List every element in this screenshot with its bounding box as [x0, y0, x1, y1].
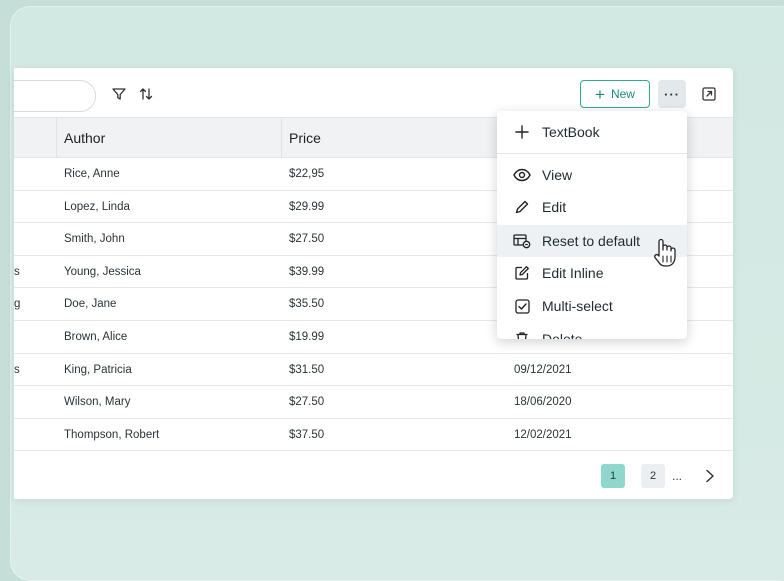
- menu-item-delete[interactable]: Delete: [497, 323, 687, 339]
- menu-item-view[interactable]: View: [497, 159, 687, 191]
- more-options-button[interactable]: ···: [658, 80, 686, 108]
- eye-icon: [512, 165, 532, 185]
- pagination-ellipsis: ...: [672, 469, 683, 483]
- cell-author: Wilson, Mary: [64, 396, 131, 409]
- cell-lead: g: [14, 298, 21, 311]
- cell-author: Thompson, Robert: [64, 428, 160, 441]
- cell-author: Brown, Alice: [64, 331, 128, 343]
- cell-price: $31.50: [289, 363, 325, 376]
- cell-date: 09/12/2021: [514, 363, 572, 376]
- menu-item-label: TextBook: [542, 124, 600, 140]
- new-button[interactable]: + New: [580, 80, 650, 108]
- reset-table-icon: [512, 231, 532, 251]
- cell-date: 12/02/2021: [514, 428, 572, 441]
- cell-price: $27.50: [289, 233, 325, 246]
- menu-item-label: Reset to default: [542, 233, 641, 249]
- menu-item-multi-select[interactable]: Multi-select: [497, 290, 687, 322]
- cell-author: Rice, Anne: [64, 168, 120, 180]
- page-button-2[interactable]: 2: [641, 464, 665, 488]
- hand-cursor-icon: [654, 238, 676, 267]
- plus-icon: [512, 122, 532, 142]
- cell-price: $19.99: [289, 331, 325, 343]
- column-separator: [281, 118, 282, 158]
- edit-inline-icon: [512, 263, 532, 283]
- cell-author: King, Patricia: [64, 363, 132, 376]
- column-separator: [56, 118, 57, 158]
- menu-item-label: Multi-select: [542, 298, 613, 314]
- cell-lead: s: [14, 265, 20, 278]
- filter-icon[interactable]: [109, 84, 129, 104]
- pencil-icon: [512, 197, 532, 217]
- cell-author: Doe, Jane: [64, 298, 117, 311]
- table-row[interactable]: s King, Patricia $31.50 09/12/2021: [14, 354, 733, 387]
- cell-lead: s: [14, 363, 20, 376]
- table-row[interactable]: Wilson, Mary $27.50 18/06/2020: [14, 386, 733, 419]
- cell-author: Young, Jessica: [64, 265, 141, 278]
- more-icon: ···: [664, 86, 680, 102]
- cell-price: $29.99: [289, 200, 325, 213]
- cell-author: Smith, John: [64, 233, 125, 246]
- sort-icon[interactable]: [136, 84, 156, 104]
- menu-item-textbook[interactable]: TextBook: [497, 116, 687, 148]
- more-options-menu: TextBook View Edit Reset to default Edit…: [497, 111, 687, 339]
- search-input[interactable]: [14, 80, 96, 112]
- menu-item-label: Delete: [542, 331, 583, 339]
- cell-author: Lopez, Linda: [64, 200, 130, 213]
- plus-icon: +: [595, 84, 605, 104]
- expand-icon[interactable]: [698, 83, 720, 105]
- menu-item-label: Edit: [542, 199, 567, 215]
- next-page-icon[interactable]: [702, 466, 718, 486]
- menu-item-label: Edit Inline: [542, 265, 604, 281]
- table-row[interactable]: Thompson, Robert $37.50 12/02/2021: [14, 419, 733, 452]
- menu-divider: [497, 153, 687, 154]
- column-header-price[interactable]: Price: [289, 118, 321, 158]
- page-button-1[interactable]: 1: [601, 464, 625, 488]
- cell-price: $22,95: [289, 168, 325, 180]
- trash-icon: [512, 329, 532, 339]
- cell-price: $37.50: [289, 428, 325, 441]
- column-header-author[interactable]: Author: [64, 118, 105, 158]
- checkbox-icon: [512, 296, 532, 316]
- cell-price: $27.50: [289, 396, 325, 409]
- cell-price: $39.99: [289, 265, 325, 278]
- menu-item-edit[interactable]: Edit: [497, 191, 687, 223]
- menu-item-label: View: [542, 167, 573, 183]
- cell-price: $35.50: [289, 298, 325, 311]
- cell-date: 18/06/2020: [514, 396, 572, 409]
- new-button-label: New: [610, 87, 635, 101]
